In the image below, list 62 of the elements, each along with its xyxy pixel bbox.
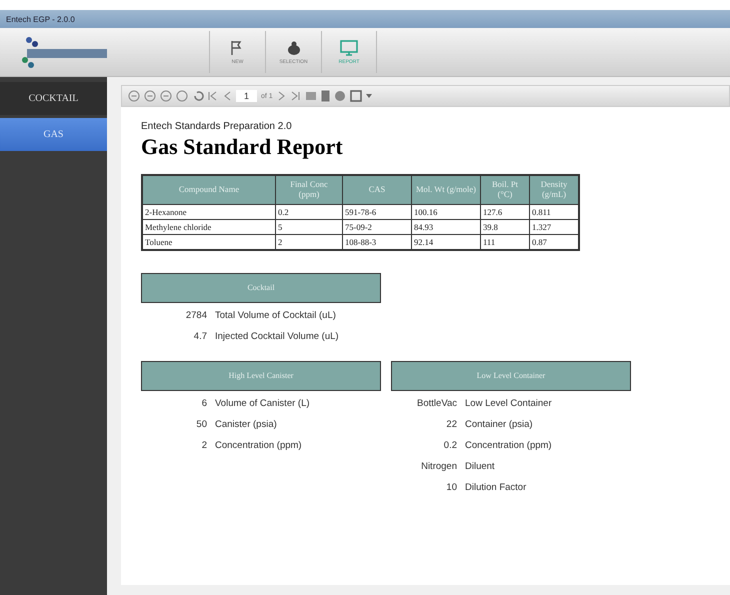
field-value: 4.7 <box>192 330 207 342</box>
zoom-icon[interactable] <box>144 90 156 102</box>
previous-page-icon[interactable] <box>222 91 232 101</box>
table-cell: 75-09-2 <box>342 219 412 234</box>
table-cell: Toluene <box>142 234 276 250</box>
table-cell: 127.6 <box>480 204 530 220</box>
zoom-icon[interactable] <box>160 90 172 102</box>
document-icon[interactable] <box>320 90 330 102</box>
table-cell: 2 <box>276 234 342 250</box>
field-label: Volume of Canister (L) <box>215 398 310 409</box>
section-header: Cocktail <box>141 272 381 303</box>
field-label: Diluent <box>465 460 495 472</box>
section-header: Low Level Container <box>391 360 631 391</box>
field-label: Container (psia) <box>465 418 533 430</box>
table-cell: 5 <box>276 219 342 234</box>
table-cell: 0.2 <box>276 204 342 220</box>
field-value: 2 <box>200 440 207 451</box>
field-value: 2784 <box>184 310 207 321</box>
field-value: 22 <box>445 418 457 430</box>
column-header: CAS <box>342 175 412 204</box>
monitor-icon <box>340 40 358 56</box>
section-header: High Level Canister <box>141 360 381 391</box>
first-page-icon[interactable] <box>208 91 218 101</box>
field-label: Dilution Factor <box>465 482 526 493</box>
field-label: Concentration (ppm) <box>215 440 302 451</box>
sidebar-item[interactable]: GAS <box>0 118 107 151</box>
field-value: 10 <box>445 482 457 493</box>
refresh-icon[interactable] <box>192 90 204 102</box>
caret-icon[interactable] <box>366 94 372 98</box>
field-label: Total Volume of Cocktail (uL) <box>215 310 336 321</box>
field-label: Injected Cocktail Volume (uL) <box>215 330 339 342</box>
table-cell: 2-Hexanone <box>142 204 276 220</box>
field-label: Concentration (ppm) <box>465 440 552 451</box>
window-title: Entech EGP - 2.0.0 <box>6 14 75 24</box>
field-value: 0.2 <box>442 440 457 451</box>
field-value: Nitrogen <box>420 460 457 472</box>
column-header: Compound Name <box>142 175 276 204</box>
field-value: BottleVac <box>416 398 457 409</box>
field-value: 6 <box>200 398 207 409</box>
field-value: 50 <box>195 418 207 430</box>
table-cell: 39.8 <box>480 219 530 234</box>
column-header: Mol. Wt (g/mole) <box>412 175 480 204</box>
table-cell: 108-88-3 <box>342 234 412 250</box>
field-label: Canister (psia) <box>215 418 277 430</box>
table-cell: 591-78-6 <box>342 204 412 220</box>
page-number-field[interactable]: 1 <box>236 90 258 102</box>
table-cell: 84.93 <box>412 219 480 234</box>
table-cell: 111 <box>480 234 530 250</box>
column-header: Final Conc (ppm) <box>276 175 342 204</box>
table-cell: 100.16 <box>412 204 480 220</box>
table-cell: 92.14 <box>412 234 480 250</box>
last-page-icon[interactable] <box>290 91 301 101</box>
report-title: Gas Standard Report <box>141 134 344 160</box>
column-header: Boil. Pt (°C) <box>480 175 530 204</box>
next-page-icon[interactable] <box>276 91 287 101</box>
column-header: Density (g/mL) <box>530 175 579 204</box>
field-label: Low Level Container <box>465 398 552 409</box>
report-subtitle: Entech Standards Preparation 2.0 <box>141 121 293 132</box>
sidebar-item[interactable]: COCKTAIL <box>0 82 107 115</box>
save-icon[interactable] <box>350 90 362 102</box>
table-cell: Methylene chloride <box>142 219 276 234</box>
zoom-icon[interactable] <box>128 90 140 102</box>
